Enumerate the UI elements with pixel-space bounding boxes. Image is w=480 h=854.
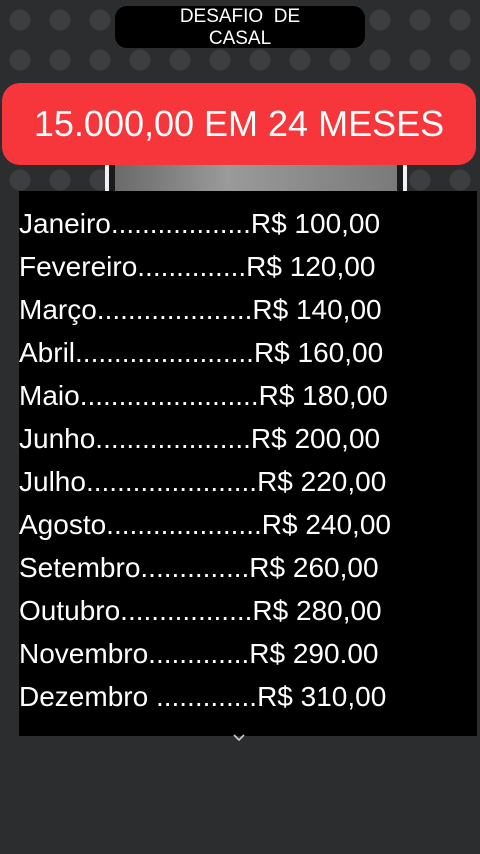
chevron-down-icon[interactable]	[230, 730, 248, 744]
list-item-janeiro: Janeiro..................R$ 100,00	[19, 208, 381, 239]
list-item-agosto: Agosto....................R$ 240,00	[19, 509, 391, 540]
list-item-setembro: Setembro..............R$ 260,00	[19, 552, 379, 583]
list-item-julho: Julho......................R$ 220,00	[19, 466, 387, 497]
title-line-2: CASAL	[208, 28, 272, 49]
list-item-dezembro: Dezembro .............R$ 310,00	[19, 681, 387, 712]
list-item-abril: Abril.......................R$ 160,00	[19, 337, 384, 368]
chevron-down-icon-svg	[233, 734, 245, 742]
goal-banner: 15.000,00 EM 24 MESES	[2, 83, 476, 165]
list-item-marco: Março....................R$ 140,00	[19, 294, 382, 325]
title-line-1: DESAFIO DE	[179, 6, 301, 27]
list-item-outubro: Outubro.................R$ 280,00	[19, 595, 382, 626]
title-pill: DESAFIO DE CASAL	[115, 6, 365, 49]
list-item-maio: Maio.......................R$ 180,00	[19, 380, 388, 411]
list-item-fevereiro: Fevereiro..............R$ 120,00	[19, 251, 376, 282]
list-item-novembro: Novembro.............R$ 290.00	[19, 638, 379, 669]
savings-list: Janeiro..................R$ 100,00 Fever…	[19, 191, 477, 736]
list-item-junho: Junho....................R$ 200,00	[19, 423, 381, 454]
